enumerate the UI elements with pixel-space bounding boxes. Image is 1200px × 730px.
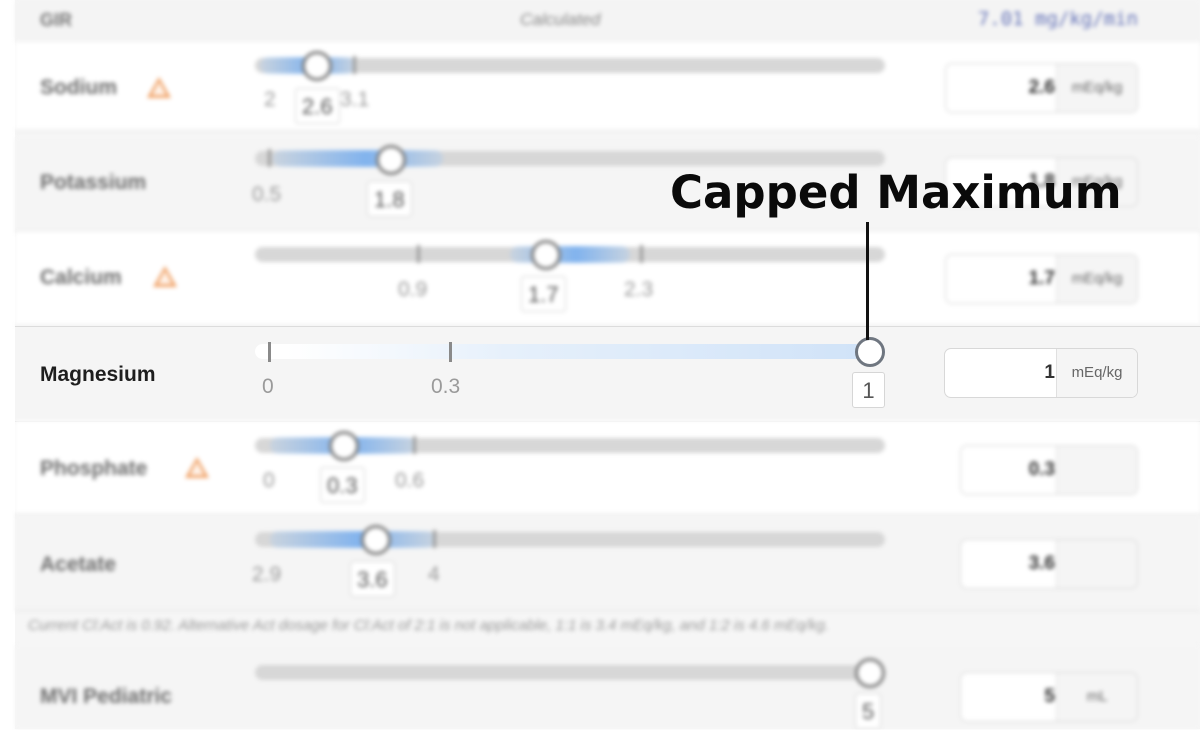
magnesium-min-tick	[268, 342, 271, 362]
row-phosphate: Phosphate 0 0.6 0.3 0.3	[15, 421, 1200, 515]
mvi-unit: mL	[1056, 673, 1137, 721]
potassium-min-tick	[268, 149, 271, 167]
magnesium-value-bubble: 1	[852, 372, 885, 408]
gir-status: Calculated	[520, 10, 601, 29]
phosphate-max-tick	[413, 436, 416, 454]
sodium-slider-handle[interactable]	[302, 51, 332, 81]
acetate-value-bubble: 3.6	[350, 561, 395, 597]
magnesium-input-group[interactable]: 1 mEq/kg	[944, 348, 1138, 398]
potassium-label: Potassium	[40, 171, 147, 194]
row-acetate: Acetate 2.9 4 3.6 3.6	[15, 515, 1200, 611]
magnesium-unit: mEq/kg	[1056, 349, 1137, 397]
acetate-unit	[1056, 540, 1137, 588]
mvi-label: MVI Pediatric	[40, 685, 172, 708]
phosphate-input[interactable]: 0.3	[1029, 446, 1055, 494]
gir-label: GIR	[40, 10, 73, 30]
mvi-slider-handle[interactable]	[855, 658, 885, 688]
phosphate-label: Phosphate	[40, 457, 148, 480]
potassium-slider-range	[273, 150, 443, 167]
acetate-label: Acetate	[40, 553, 116, 576]
phosphate-slider-handle[interactable]	[329, 431, 359, 461]
warning-icon	[185, 457, 209, 478]
row-calcium: Calcium 0.9 2.3 1.7 1.7 mEq/kg	[15, 232, 1200, 326]
magnesium-max-tick	[449, 342, 452, 362]
magnesium-max-label: 0.3	[431, 375, 461, 398]
sodium-unit: mEq/kg	[1056, 64, 1137, 112]
potassium-slider-handle[interactable]	[376, 145, 406, 175]
magnesium-slider-handle[interactable]	[855, 337, 885, 367]
sodium-value-bubble: 2.6	[295, 88, 340, 124]
mvi-input-group[interactable]: 5 mL	[960, 672, 1138, 722]
sodium-max-label: 3.1	[340, 88, 370, 111]
magnesium-label: Magnesium	[40, 363, 156, 386]
sodium-min-label: 2	[264, 88, 276, 111]
sodium-input-group[interactable]: 2.6 mEq/kg	[945, 63, 1138, 113]
calcium-min-tick	[417, 245, 420, 263]
calcium-unit: mEq/kg	[1056, 255, 1137, 303]
potassium-min-label: 0.5	[252, 183, 282, 206]
mvi-slider-track[interactable]	[255, 665, 885, 680]
calcium-input[interactable]: 1.7	[1029, 255, 1055, 303]
calcium-input-group[interactable]: 1.7 mEq/kg	[945, 254, 1138, 304]
annotation-pointer-line	[866, 222, 869, 340]
phosphate-input-group[interactable]: 0.3	[960, 445, 1138, 495]
acetate-input-group[interactable]: 3.6	[960, 539, 1138, 589]
calcium-min-label: 0.9	[398, 278, 428, 301]
warning-icon	[147, 77, 171, 98]
magnesium-input[interactable]: 1	[1044, 349, 1055, 397]
calcium-max-label: 2.3	[624, 278, 654, 301]
row-mvi-pediatric: MVI Pediatric 5 5 mL	[15, 645, 1200, 729]
phosphate-value-bubble: 0.3	[320, 467, 365, 503]
row-magnesium: Magnesium 0 0.3 1 1 mEq/kg	[15, 326, 1200, 422]
warning-icon	[153, 266, 177, 287]
calcium-value-bubble: 1.7	[521, 276, 566, 312]
acetate-slider-handle[interactable]	[361, 525, 391, 555]
acetate-max-label: 4	[428, 563, 440, 586]
gir-value: 7.01 mg/kg/min	[977, 8, 1138, 30]
calcium-slider-handle[interactable]	[531, 240, 561, 270]
capped-maximum-annotation: Capped Maximum	[670, 166, 1122, 219]
potassium-value-bubble: 1.8	[367, 181, 412, 217]
mvi-value-bubble: 5	[855, 693, 882, 729]
cl-act-note: Current Cl:Act is 0.92. Alternative Act …	[28, 617, 829, 634]
phosphate-max-label: 0.6	[395, 469, 425, 492]
phosphate-min-label: 0	[263, 469, 275, 492]
sodium-max-tick	[353, 56, 356, 74]
calcium-max-tick	[640, 245, 643, 263]
acetate-min-label: 2.9	[252, 563, 282, 586]
phosphate-unit	[1056, 446, 1137, 494]
row-sodium: Sodium 2 3.1 2.6 2.6 mEq/kg	[15, 42, 1200, 131]
sodium-input[interactable]: 2.6	[1029, 64, 1055, 112]
acetate-input[interactable]: 3.6	[1029, 540, 1055, 588]
calcium-slider-range	[510, 246, 630, 263]
sodium-label: Sodium	[40, 76, 117, 99]
gir-row: GIR Calculated 7.01 mg/kg/min	[15, 0, 1200, 42]
calcium-label: Calcium	[40, 266, 122, 289]
mvi-input[interactable]: 5	[1044, 673, 1055, 721]
magnesium-min-label: 0	[262, 375, 274, 398]
acetate-slider-range	[270, 531, 435, 548]
acetate-max-tick	[433, 530, 436, 548]
magnesium-slider-track[interactable]	[255, 344, 885, 359]
